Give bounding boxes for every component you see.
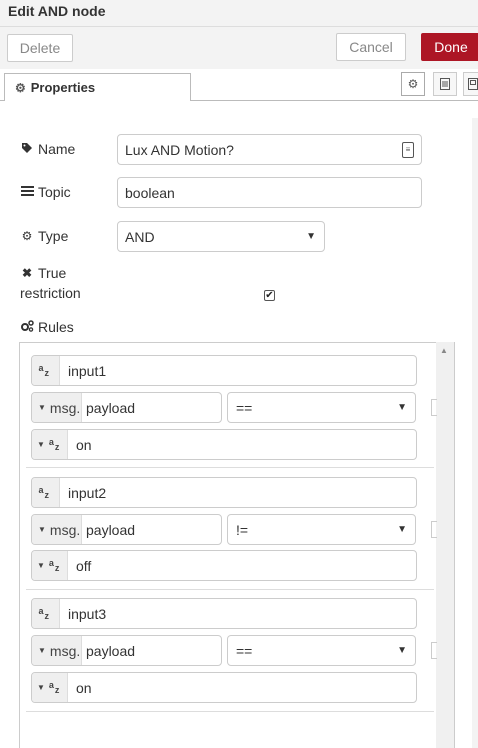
cog-icon: ⚙ bbox=[21, 229, 33, 243]
topic-input-value: boolean bbox=[125, 184, 175, 201]
property-type-select[interactable]: ▼ msg. bbox=[32, 515, 82, 544]
property-prefix: msg. bbox=[49, 642, 81, 659]
rule-side-box bbox=[431, 521, 437, 538]
property-type-select[interactable]: ▼ msg. bbox=[32, 636, 82, 665]
topic-label: Topic bbox=[38, 184, 71, 200]
rule-property-field[interactable]: ▼ msg. payload bbox=[31, 514, 222, 545]
cancel-button[interactable]: Cancel bbox=[336, 33, 406, 61]
type-select-value: AND bbox=[125, 228, 155, 245]
value-type-select[interactable]: ▼ a z bbox=[32, 430, 68, 459]
true-restriction-label-row-2: restriction bbox=[20, 285, 81, 301]
dialog-header: Edit AND node bbox=[0, 0, 478, 27]
delete-button[interactable]: Delete bbox=[7, 34, 73, 62]
property-prefix: msg. bbox=[49, 399, 81, 416]
rule-property-field[interactable]: ▼ msg. payload bbox=[31, 392, 222, 423]
cogs-icon bbox=[20, 319, 34, 335]
rule-name-field[interactable]: az input1 bbox=[31, 355, 417, 386]
property-type-select[interactable]: ▼ msg. bbox=[32, 393, 82, 422]
dialog-toolbar: Delete Cancel Done bbox=[0, 27, 478, 70]
value-type-select[interactable]: ▼ a z bbox=[32, 551, 68, 580]
chevron-down-icon: ▼ bbox=[397, 402, 407, 413]
true-restriction-label-row: ✖ True bbox=[20, 265, 66, 281]
topic-label-row: Topic bbox=[20, 184, 71, 200]
chevron-down-icon: ▼ bbox=[397, 645, 407, 656]
tab-divider bbox=[191, 100, 478, 101]
rules-label-row: Rules bbox=[20, 319, 74, 335]
rule-value-field[interactable]: ▼ a z off bbox=[31, 550, 417, 581]
settings-tab-icon[interactable]: ⚙ bbox=[401, 72, 425, 96]
rule-operator-value: == bbox=[236, 642, 253, 659]
rules-label: Rules bbox=[38, 319, 74, 335]
rule-name-field[interactable]: az input2 bbox=[31, 477, 417, 508]
tab-divider-left bbox=[0, 100, 4, 101]
rule-name-field[interactable]: az input3 bbox=[31, 598, 417, 629]
rules-scrollbar[interactable]: ▲ bbox=[436, 342, 454, 748]
rule-property-value: payload bbox=[86, 642, 136, 659]
type-label: Type bbox=[38, 228, 69, 244]
rule-property-value: payload bbox=[86, 399, 136, 416]
topic-input[interactable]: boolean bbox=[117, 177, 422, 208]
rule-value-field[interactable]: ▼ a z on bbox=[31, 429, 417, 460]
rule-operator-select[interactable]: == ▼ bbox=[227, 635, 416, 666]
description-tab-icon[interactable] bbox=[433, 72, 457, 96]
env-badge-icon[interactable]: ≡ bbox=[402, 142, 414, 158]
panel-scrollbar[interactable] bbox=[472, 118, 478, 748]
rule-value-value: on bbox=[76, 679, 92, 696]
rule-side-box bbox=[431, 642, 437, 659]
rule-divider bbox=[26, 589, 434, 590]
rule-value-value: on bbox=[76, 436, 92, 453]
close-icon: ✖ bbox=[21, 266, 33, 280]
true-restriction-checkbox[interactable]: ✔ bbox=[264, 290, 275, 301]
type-select[interactable]: AND ▼ bbox=[117, 221, 325, 252]
property-prefix: msg. bbox=[49, 521, 81, 538]
rule-side-box bbox=[431, 399, 437, 416]
name-input-value: Lux AND Motion? bbox=[125, 141, 234, 158]
string-type-icon[interactable]: az bbox=[32, 599, 60, 628]
gear-icon: ⚙ bbox=[15, 80, 26, 95]
name-label-row: Name bbox=[20, 141, 75, 157]
string-type-icon[interactable]: az bbox=[32, 356, 60, 385]
name-input[interactable]: Lux AND Motion? ≡ bbox=[117, 134, 422, 165]
rule-property-value: payload bbox=[86, 521, 136, 538]
rule-property-field[interactable]: ▼ msg. payload bbox=[31, 635, 222, 666]
chevron-down-icon: ▼ bbox=[306, 231, 316, 242]
tab-properties-label: Properties bbox=[30, 80, 96, 95]
rule-operator-select[interactable]: != ▼ bbox=[227, 514, 416, 545]
name-label: Name bbox=[38, 141, 76, 157]
rule-value-field[interactable]: ▼ a z on bbox=[31, 672, 417, 703]
rule-operator-select[interactable]: == ▼ bbox=[227, 392, 416, 423]
rule-name-value: input2 bbox=[68, 484, 107, 501]
value-type-select[interactable]: ▼ a z bbox=[32, 673, 68, 702]
scroll-up-icon[interactable]: ▲ bbox=[440, 346, 448, 355]
true-restriction-label-1: True bbox=[38, 265, 67, 281]
string-type-icon[interactable]: az bbox=[32, 478, 60, 507]
tab-properties[interactable]: ⚙ Properties bbox=[4, 73, 191, 101]
tag-icon bbox=[20, 142, 34, 157]
rule-value-value: off bbox=[76, 557, 92, 574]
done-button[interactable]: Done bbox=[421, 33, 478, 61]
rule-name-value: input3 bbox=[68, 605, 107, 622]
chevron-down-icon: ▼ bbox=[397, 524, 407, 535]
rule-divider bbox=[26, 711, 434, 712]
rule-operator-value: != bbox=[236, 521, 249, 538]
dialog-title: Edit AND node bbox=[8, 3, 106, 19]
list-icon bbox=[20, 185, 34, 199]
type-label-row: ⚙ Type bbox=[20, 228, 69, 244]
true-restriction-label-2: restriction bbox=[20, 285, 81, 301]
rule-operator-value: == bbox=[236, 399, 253, 416]
rule-divider bbox=[26, 467, 434, 468]
appearance-tab-icon[interactable] bbox=[463, 72, 478, 96]
rule-name-value: input1 bbox=[68, 362, 107, 379]
